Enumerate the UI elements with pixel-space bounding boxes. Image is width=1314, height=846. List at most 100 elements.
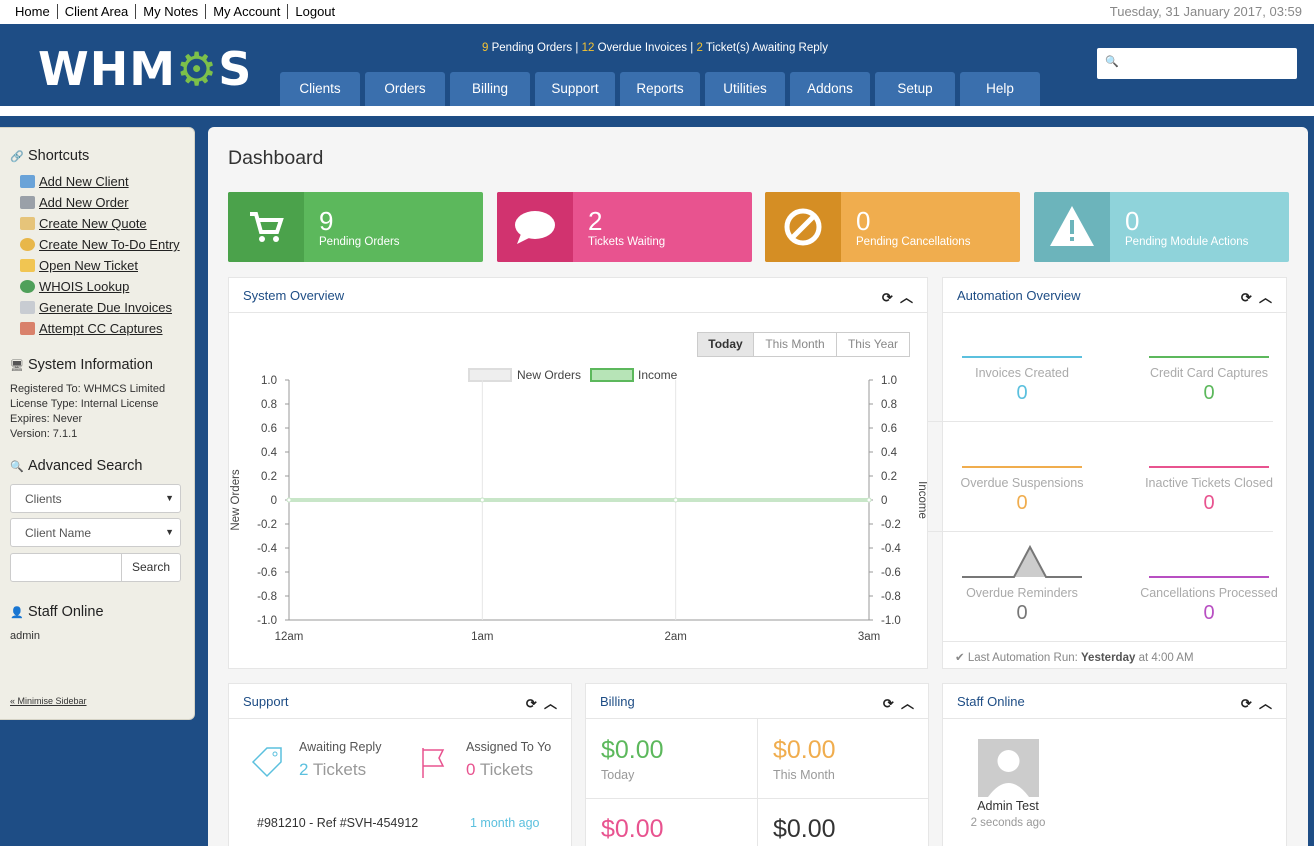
tickets-alert[interactable]: Ticket(s) Awaiting Reply [706,42,828,54]
stat-label: Pending Module Actions [1125,236,1249,248]
stat-label: Tickets Waiting [588,236,666,248]
search-type-select[interactable]: Clients ▼ [10,484,181,513]
y2-tick-label: -0.8 [881,591,901,603]
refresh-icon[interactable]: ⟳ [883,696,894,711]
legend-label-new-orders: New Orders [517,368,581,382]
staff-online-panel: Staff Online ⟳ ︿ Admin Test 2 seconds ag… [942,683,1287,846]
header-search-input[interactable]: 🔍 [1097,48,1297,79]
link-icon: 🔗 [10,151,24,163]
stat-pending-module-actions[interactable]: 0 Pending Module Actions [1034,192,1289,262]
automation-invoices-created: Invoices Created 0 [947,356,1097,405]
shortcut-whois[interactable]: WHOIS Lookup [20,279,129,294]
nav-utilities[interactable]: Utilities [705,72,785,106]
automation-overdue-reminders: Overdue Reminders 0 [947,544,1097,625]
panel-header: System Overview ⟳ ︿ [229,278,927,313]
shortcut-create-new-quote[interactable]: Create New Quote [20,216,147,231]
y-tick-label: -0.8 [257,591,277,603]
sysinfo-expires: Expires: Never [10,413,83,425]
automation-cc-captures: Credit Card Captures 0 [1134,356,1284,405]
data-point [673,497,679,503]
legend-swatch-income [590,368,634,382]
comment-icon [515,211,555,244]
panel-title: System Overview [243,288,345,303]
awaiting-reply-count[interactable]: 2 Tickets [299,760,366,780]
monitor-icon: 🖥 [10,360,24,372]
billing-month-label: This Month [773,768,835,782]
whmcs-logo[interactable]: WHM⚙S [38,42,252,96]
home-link[interactable]: Home [8,4,57,19]
shortcut-cc-captures[interactable]: Attempt CC Captures [20,321,163,336]
shortcut-open-ticket[interactable]: Open New Ticket [20,258,138,273]
panel-header: Billing ⟳ ︿ [586,684,928,719]
header: WHM⚙S 9 Pending Orders | 12 Overdue Invo… [0,24,1314,106]
nav-reports[interactable]: Reports [620,72,700,106]
advanced-search-heading: 🔍 Advanced Search [10,458,143,474]
panel-title: Staff Online [957,694,1025,709]
system-overview-panel: System Overview ⟳ ︿ Today This Month Thi… [228,277,928,669]
shortcut-create-todo[interactable]: Create New To-Do Entry [20,237,180,252]
nav-billing[interactable]: Billing [450,72,530,106]
minimise-sidebar-link[interactable]: « Minimise Sidebar [10,696,87,706]
sidebar-search-button[interactable]: Search [121,553,181,582]
shortcut-generate-invoices[interactable]: Generate Due Invoices [20,300,172,315]
chevron-up-icon[interactable]: ︿ [900,290,913,305]
nav-support[interactable]: Support [535,72,615,106]
stat-label: Pending Cancellations [856,236,971,248]
refresh-icon[interactable]: ⟳ [1241,290,1252,305]
legend-label-income: Income [638,368,678,382]
x-tick-label: 1am [471,631,493,643]
assigned-count[interactable]: 0 Tickets [466,760,533,780]
my-account-link[interactable]: My Account [205,4,287,19]
stat-pending-orders[interactable]: 9 Pending Orders [228,192,483,262]
overdue-count[interactable]: 12 [582,42,595,54]
staff-online-heading: 👤 Staff Online [10,604,104,620]
y-tick-label: -1.0 [257,615,277,627]
search-field-select[interactable]: Client Name ▼ [10,518,181,547]
user-icon: 👤 [10,607,24,619]
top-bar: Home Client Area My Notes My Account Log… [0,0,1314,24]
check-circle-icon: ✔ [955,652,965,664]
nav-help[interactable]: Help [960,72,1040,106]
client-area-link[interactable]: Client Area [56,4,136,19]
refresh-icon[interactable]: ⟳ [1241,696,1252,711]
y2-tick-label: -0.4 [881,543,901,555]
sidebar-search-input[interactable] [10,553,122,582]
avatar [978,739,1039,797]
pending-orders-count[interactable]: 9 [482,42,488,54]
nav-orders[interactable]: Orders [365,72,445,106]
shortcut-add-new-order[interactable]: Add New Order [20,195,129,210]
y-tick-label: -0.6 [257,567,277,579]
sysinfo-version: Version: 7.1.1 [10,428,78,440]
sparkline [962,544,1082,578]
nav-addons[interactable]: Addons [790,72,870,106]
stat-tickets-waiting[interactable]: 2 Tickets Waiting [497,192,752,262]
system-info-heading: 🖥 System Information [10,357,153,373]
y2-axis-label: Income [916,481,927,519]
tickets-count[interactable]: 2 [696,42,702,54]
y2-tick-label: 0.2 [881,471,897,483]
shortcut-add-new-client[interactable]: Add New Client [20,174,129,189]
logout-link[interactable]: Logout [287,4,342,19]
ticket-link[interactable]: #981210 - Ref #SVH-454912 [257,816,418,830]
pending-orders-alert[interactable]: Pending Orders [492,42,573,54]
stat-value: 2 [588,206,603,236]
nav-clients[interactable]: Clients [280,72,360,106]
chevron-up-icon[interactable]: ︿ [544,696,557,711]
flag-icon [422,748,445,778]
refresh-icon[interactable]: ⟳ [526,696,537,711]
awaiting-reply-label: Awaiting Reply [299,740,382,754]
my-notes-link[interactable]: My Notes [135,4,205,19]
y2-tick-label: 1.0 [881,375,897,387]
panel-header: Automation Overview ⟳ ︿ [943,278,1286,313]
stat-pending-cancellations[interactable]: 0 Pending Cancellations [765,192,1020,262]
overdue-invoices-alert[interactable]: Overdue Invoices [598,42,688,54]
quote-icon [20,217,35,230]
tag-icon [251,747,282,778]
nav-setup[interactable]: Setup [875,72,955,106]
chevron-up-icon[interactable]: ︿ [901,696,914,711]
refresh-icon[interactable]: ⟳ [882,290,893,305]
chevron-up-icon[interactable]: ︿ [1259,290,1272,305]
automation-overdue-suspensions: Overdue Suspensions 0 [947,466,1097,515]
chevron-up-icon[interactable]: ︿ [1259,696,1272,711]
data-point [479,497,485,503]
